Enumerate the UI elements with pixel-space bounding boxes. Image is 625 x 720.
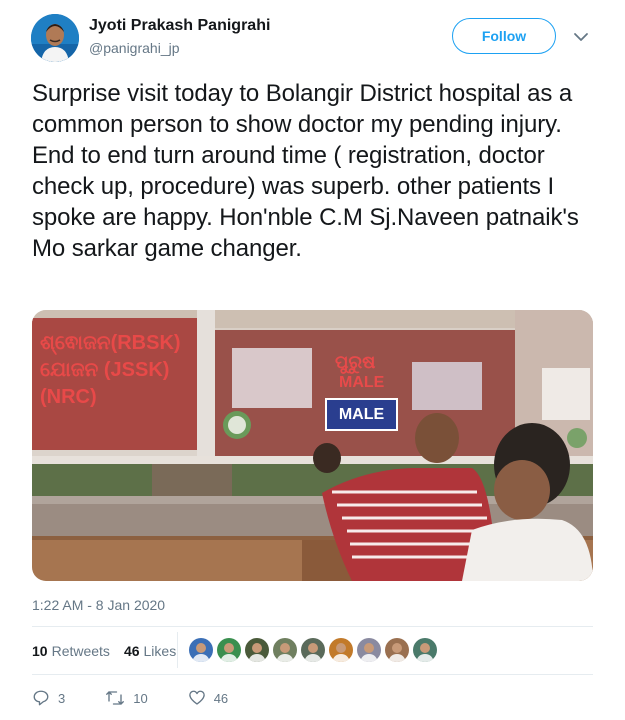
tweet-timestamp[interactable]: 1:22 AM - 8 Jan 2020	[32, 597, 165, 613]
reply-count: 3	[58, 690, 66, 706]
author-avatar[interactable]	[31, 14, 79, 62]
liker-avatar[interactable]	[245, 638, 269, 662]
liker-avatar[interactable]	[217, 638, 241, 662]
sign-left-line-3: (NRC)	[40, 386, 97, 408]
liker-avatar[interactable]	[273, 638, 297, 662]
liker-avatar[interactable]	[357, 638, 381, 662]
liker-avatar[interactable]	[385, 638, 409, 662]
liker-avatar[interactable]	[329, 638, 353, 662]
chevron-down-icon[interactable]	[572, 28, 590, 46]
engagement-stats: 10 Retweets 46 Likes	[32, 640, 190, 662]
reply-icon	[33, 690, 49, 706]
sign-center-script: ପୁରୁଷ	[335, 352, 376, 372]
sign-center-red: MALE	[339, 374, 385, 391]
divider-top	[32, 626, 593, 627]
tweet-text: Surprise visit today to Bolangir Distric…	[32, 80, 579, 262]
author-name[interactable]: Jyoti Prakash Panigrahi	[89, 17, 270, 35]
retweet-icon	[106, 691, 125, 705]
like-button[interactable]: 46	[188, 689, 228, 707]
author-avatar-image	[31, 14, 79, 62]
liker-avatar[interactable]	[189, 638, 213, 662]
heart-icon	[188, 690, 205, 705]
tweet-photo[interactable]: ଶ୍ଵୋଜନ(RBSK) ଯୋଜନ (JSSK) (NRC) ପୁରୁଷ MAL…	[32, 310, 593, 581]
stats-separator	[177, 632, 178, 668]
tweet-actions: 3 10 46	[32, 687, 268, 709]
follow-button[interactable]: Follow	[452, 18, 556, 54]
author-handle[interactable]: @panigrahi_jp	[89, 40, 180, 56]
retweets-count[interactable]: 10	[32, 643, 48, 659]
retweet-count: 10	[133, 690, 148, 706]
reply-button[interactable]: 3	[32, 689, 65, 707]
retweet-button[interactable]: 10	[105, 689, 148, 707]
sign-left-line-1: ଶ୍ଵୋଜନ(RBSK)	[40, 332, 181, 354]
sign-left: ଶ୍ଵୋଜନ(RBSK) ଯୋଜନ (JSSK) (NRC)	[40, 330, 190, 411]
like-count: 46	[213, 690, 229, 706]
sign-left-line-2: ଯୋଜନ (JSSK)	[40, 359, 170, 381]
divider-bottom	[32, 674, 593, 675]
liker-avatar[interactable]	[413, 638, 437, 662]
retweets-label[interactable]: Retweets	[52, 643, 110, 659]
tweet-card: Jyoti Prakash Panigrahi @panigrahi_jp Fo…	[0, 0, 625, 720]
liker-avatar[interactable]	[301, 638, 325, 662]
likes-count[interactable]: 46	[124, 643, 140, 659]
likes-label[interactable]: Likes	[144, 643, 177, 659]
male-sign: MALE	[325, 398, 398, 431]
liker-avatars	[189, 638, 441, 662]
